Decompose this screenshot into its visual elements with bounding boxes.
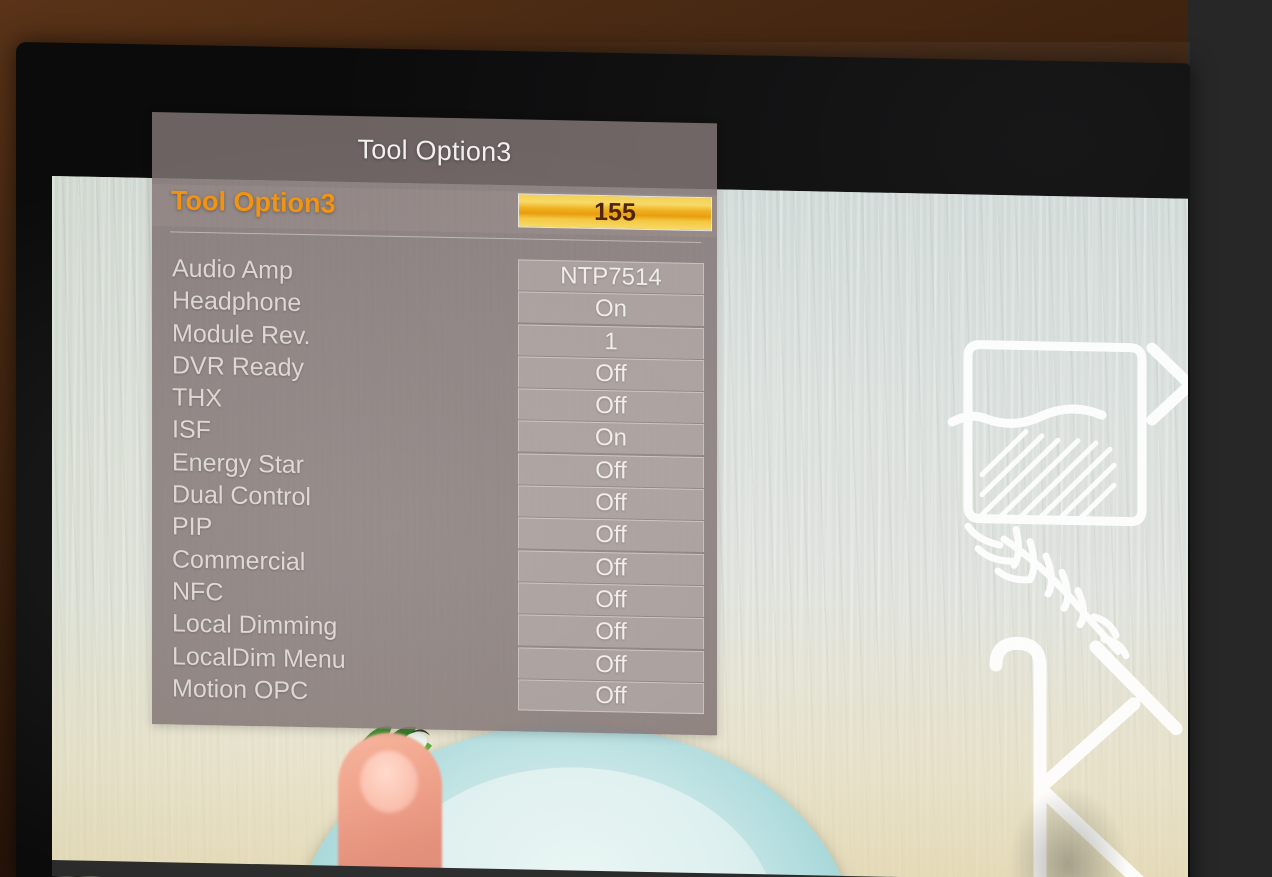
osd-item-label: Headphone	[172, 286, 302, 318]
osd-item-value: Off	[595, 585, 627, 614]
osd-title: Tool Option3	[357, 134, 512, 168]
osd-item-list: Audio Amp NTP7514 Headphone On Module Rev. 1 D…	[152, 252, 717, 715]
osd-item-label: Commercial	[172, 545, 306, 576]
osd-item-value: Off	[595, 359, 627, 388]
osd-item-value-box[interactable]: Off	[518, 517, 704, 553]
osd-item-label: PIP	[172, 512, 213, 542]
osd-item-value: Off	[595, 553, 627, 582]
osd-item-value: Off	[595, 682, 627, 710]
osd-item-label: Energy Star	[172, 448, 305, 479]
osd-item-value-box[interactable]: 1	[518, 323, 704, 359]
osd-item-label: ISF	[172, 415, 211, 445]
osd-item-value-box[interactable]: Off	[518, 550, 704, 585]
screenshot-stage: Tool Option3 Tool Option3 155 Audio Amp N…	[0, 0, 1272, 877]
osd-item-value-box[interactable]: Off	[518, 646, 704, 682]
osd-item-value-box[interactable]: Off	[518, 582, 704, 618]
selected-item-label[interactable]: Tool Option3	[171, 185, 335, 219]
osd-item-value: Off	[595, 392, 627, 420]
osd-item-value-box[interactable]: Off	[518, 614, 704, 650]
osd-item-value-box[interactable]: Off	[518, 388, 704, 424]
osd-item-value: On	[594, 295, 627, 323]
osd-item-value-box[interactable]: Off	[518, 453, 704, 488]
osd-item-value-box[interactable]: On	[518, 291, 704, 327]
osd-item-value: Off	[595, 618, 627, 646]
osd-item-value: 1	[604, 327, 618, 355]
osd-item-value-box[interactable]: NTP7514	[518, 259, 704, 295]
osd-item-label: THX	[172, 383, 222, 413]
osd-item-value: Off	[595, 456, 627, 485]
osd-item-value-box[interactable]: Off	[518, 679, 704, 714]
osd-item-value: Off	[595, 488, 627, 517]
osd-menu-panel: Tool Option3 Tool Option3 155 Audio Amp N…	[152, 112, 717, 736]
osd-item-label: DVR Ready	[172, 351, 304, 382]
fingernail	[360, 750, 418, 814]
osd-item-value-box[interactable]: Off	[518, 356, 704, 391]
osd-item-label: LocalDim Menu	[172, 641, 346, 674]
osd-item-label: Dual Control	[172, 480, 311, 512]
photo-shadow	[1008, 785, 1128, 877]
selected-item-value: 155	[594, 197, 636, 227]
osd-item-value: On	[594, 424, 627, 453]
human-finger	[338, 731, 442, 877]
osd-item-value: NTP7514	[560, 262, 662, 292]
osd-item-label: Local Dimming	[172, 609, 338, 641]
osd-item-label: Motion OPC	[172, 674, 309, 705]
osd-item-label: Audio Amp	[172, 254, 293, 285]
osd-item-value-box[interactable]: On	[518, 420, 704, 456]
osd-item-label: Module Rev.	[172, 318, 311, 350]
osd-item-value: Off	[595, 650, 627, 679]
osd-item-value: Off	[595, 521, 627, 549]
selected-item-value-box[interactable]: 155	[518, 193, 712, 232]
osd-item-value-box[interactable]: Off	[518, 485, 704, 521]
osd-item-label: NFC	[172, 577, 224, 607]
